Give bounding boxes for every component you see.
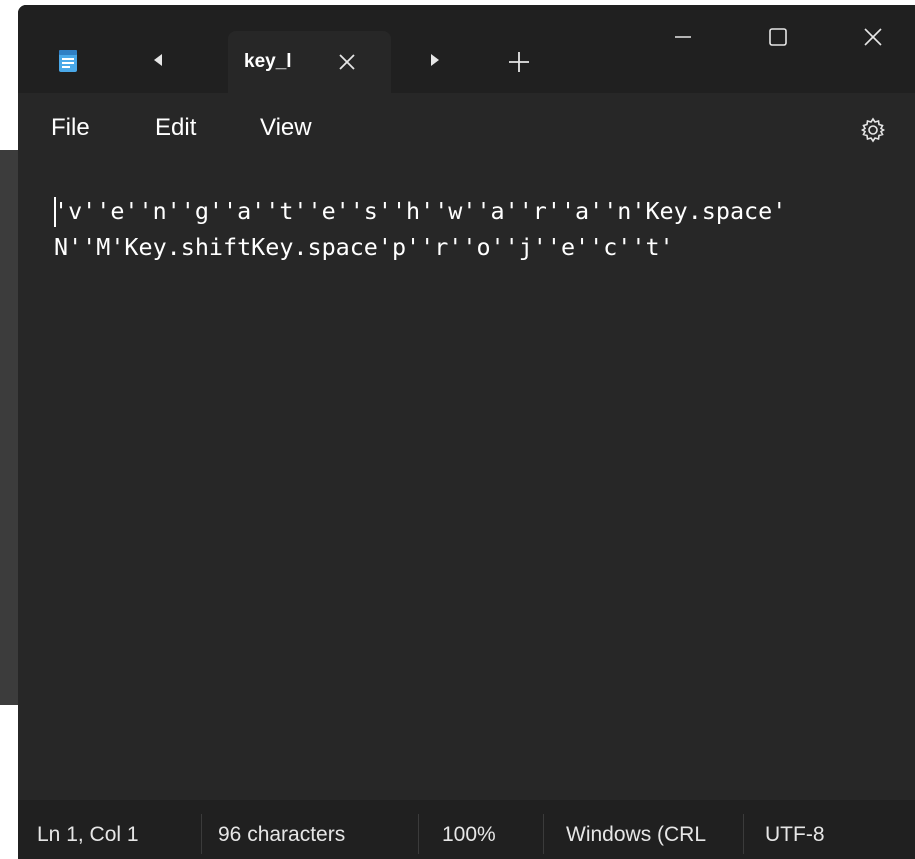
tab-active[interactable]: key_lc — [228, 31, 391, 93]
caret-left-icon — [154, 54, 162, 66]
menu-edit[interactable]: Edit — [155, 93, 196, 163]
status-divider — [418, 814, 419, 854]
editor-line: 'v''e''n''g''a''t''e''s''h''w''a''r''a''… — [54, 197, 787, 225]
line-ending[interactable]: Windows (CRL — [566, 800, 706, 859]
background-window-edge — [0, 150, 20, 705]
encoding[interactable]: UTF-8 — [765, 800, 825, 859]
maximize-icon[interactable] — [753, 17, 803, 57]
notepad-window: key_lc — [18, 5, 915, 859]
text-editor[interactable]: 'v''e''n''g''a''t''e''s''h''w''a''r''a''… — [18, 163, 915, 800]
menu-view[interactable]: View — [260, 93, 312, 163]
status-divider — [201, 814, 202, 854]
notepad-app: key_lc — [0, 0, 915, 859]
title-bar[interactable]: key_lc — [18, 5, 915, 93]
scroll-tabs-left-button[interactable] — [143, 45, 173, 75]
tab-title: key_lc — [244, 51, 292, 72]
close-icon[interactable] — [332, 47, 362, 77]
minimize-icon[interactable] — [658, 17, 708, 57]
text-caret — [54, 197, 56, 227]
cursor-position[interactable]: Ln 1, Col 1 — [37, 800, 139, 859]
status-divider — [543, 814, 544, 854]
notepad-icon — [59, 50, 77, 72]
zoom-level[interactable]: 100% — [442, 800, 496, 859]
menu-bar: File Edit View — [18, 93, 915, 163]
character-count: 96 characters — [218, 823, 346, 846]
menu-file[interactable]: File — [51, 93, 90, 163]
editor-line: N''M'Key.shiftKey.space'p''r''o''j''e''c… — [54, 233, 674, 261]
close-icon[interactable] — [848, 17, 898, 57]
status-divider — [743, 814, 744, 854]
plus-icon[interactable] — [504, 47, 534, 77]
scroll-tabs-right-button[interactable] — [420, 45, 450, 75]
gear-icon[interactable] — [858, 115, 888, 145]
caret-right-icon — [431, 54, 439, 66]
status-bar: Ln 1, Col 1 96 characters 100% Windows (… — [18, 800, 915, 859]
